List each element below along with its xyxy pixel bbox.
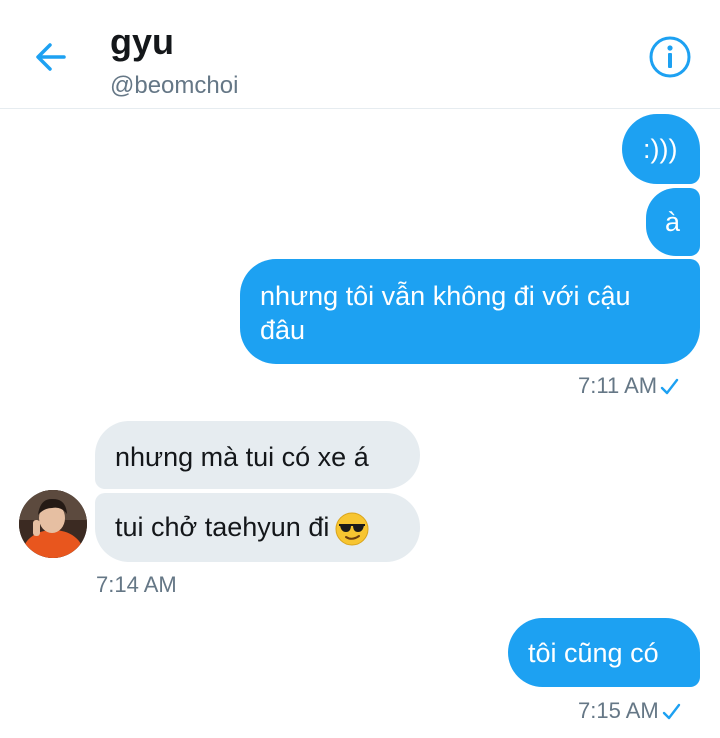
message-timestamp: 7:14 AM <box>96 572 177 597</box>
message-bubble-sent[interactable]: nhưng tôi vẫn không đi với cậu đâu <box>240 259 700 364</box>
checkmark-icon <box>662 703 680 720</box>
back-arrow-icon[interactable] <box>30 36 72 78</box>
message-bubble-received[interactable]: tui chở taehyun đi <box>95 493 420 562</box>
message-bubble-sent[interactable]: :))) <box>622 114 700 184</box>
message-text: :))) <box>643 134 678 164</box>
message-text: tui chở taehyun đi <box>115 512 330 542</box>
conversation-header: gyu @beomchoi <box>0 0 720 109</box>
message-bubble-received[interactable]: nhưng mà tui có xe á <box>95 421 420 489</box>
sunglasses-emoji-icon <box>335 512 369 546</box>
message-timestamp: 7:15 AM <box>578 698 681 724</box>
message-bubble-sent[interactable]: à <box>646 188 700 256</box>
message-text-line: đâu <box>260 315 306 345</box>
message-text: tôi cũng có <box>528 638 659 668</box>
avatar[interactable] <box>19 490 87 558</box>
message-text: à <box>665 207 681 237</box>
conversation-title[interactable]: gyu <box>110 22 174 62</box>
info-icon[interactable] <box>648 35 692 79</box>
checkmark-icon <box>660 378 679 395</box>
message-timestamp: 7:11 AM <box>578 373 679 399</box>
message-text-line: nhưng tôi vẫn không đi với cậu <box>260 281 631 311</box>
message-bubble-sent[interactable]: tôi cũng có <box>508 618 700 687</box>
user-handle[interactable]: @beomchoi <box>110 72 238 100</box>
message-text: nhưng mà tui có xe á <box>115 442 369 472</box>
